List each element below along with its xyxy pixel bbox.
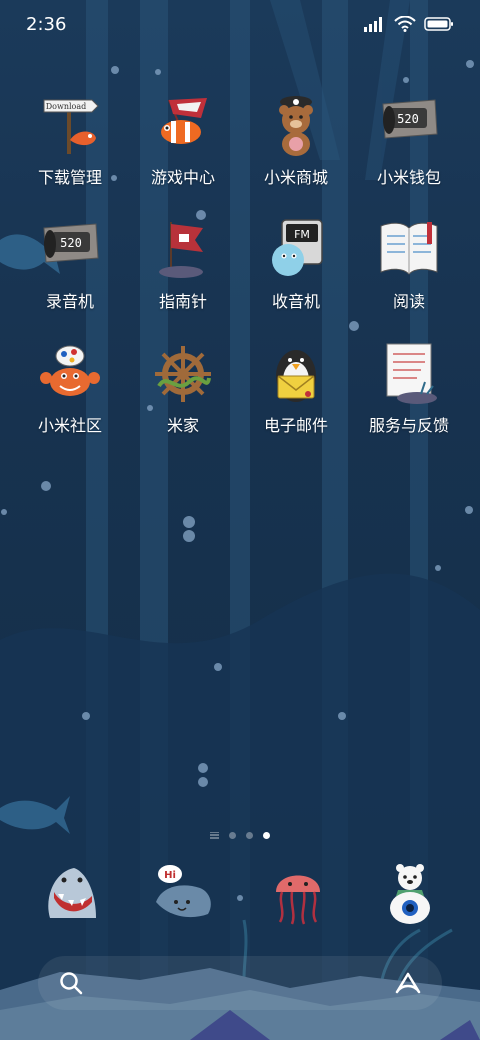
app-mi-store[interactable]: 小米商城 bbox=[241, 94, 351, 204]
signal-icon bbox=[364, 17, 382, 32]
app-mi-community[interactable]: 小米社区 bbox=[15, 342, 125, 452]
download-sign-icon: Download bbox=[43, 99, 99, 154]
app-label: 指南针 bbox=[158, 292, 207, 311]
page-dot[interactable] bbox=[229, 831, 236, 839]
ship-wheel-icon bbox=[155, 346, 211, 402]
battery-icon bbox=[424, 17, 453, 31]
shark-phone-icon[interactable] bbox=[40, 862, 104, 926]
wooden-sign-recorder-icon: 520 bbox=[43, 223, 99, 263]
app-label: 小米钱包 bbox=[376, 168, 441, 187]
app-label: 小米社区 bbox=[37, 416, 102, 435]
open-book-icon bbox=[380, 222, 438, 275]
jellyfish-camera-icon[interactable] bbox=[266, 862, 330, 926]
assistant-icon[interactable] bbox=[394, 970, 422, 996]
svg-text:Hi: Hi bbox=[164, 870, 176, 881]
page-indicator[interactable] bbox=[0, 828, 480, 842]
svg-text:Download: Download bbox=[46, 102, 87, 111]
app-radio[interactable]: FM 收音机 bbox=[241, 218, 351, 328]
app-compass[interactable]: 指南针 bbox=[128, 218, 238, 328]
app-mi-home[interactable]: 米家 bbox=[128, 342, 238, 452]
app-label: 服务与反馈 bbox=[368, 416, 449, 435]
app-label: 录音机 bbox=[45, 292, 94, 311]
pufferfish-radio-icon: FM bbox=[272, 219, 323, 276]
search-icon[interactable] bbox=[58, 970, 84, 996]
crab-icon bbox=[40, 345, 100, 396]
app-label: 阅读 bbox=[392, 292, 425, 311]
app-label: 游戏中心 bbox=[150, 168, 215, 187]
app-mi-wallet[interactable]: 520 小米钱包 bbox=[354, 94, 464, 204]
polar-bear-browser-icon[interactable] bbox=[378, 862, 442, 926]
svg-text:520: 520 bbox=[397, 112, 419, 126]
status-time: 2:36 bbox=[26, 14, 67, 35]
svg-text:FM: FM bbox=[294, 228, 310, 241]
app-reader[interactable]: 阅读 bbox=[354, 218, 464, 328]
app-service-feedback[interactable]: 服务与反馈 bbox=[354, 342, 464, 452]
app-label: 电子邮件 bbox=[263, 416, 328, 435]
page-dot-active[interactable] bbox=[263, 831, 270, 839]
app-recorder[interactable]: 520 录音机 bbox=[15, 218, 125, 328]
app-download-manager[interactable]: Download 下载管理 bbox=[15, 94, 125, 204]
app-label: 小米商城 bbox=[263, 168, 328, 187]
status-bar: 2:36 bbox=[0, 0, 480, 52]
app-email[interactable]: 电子邮件 bbox=[241, 342, 351, 452]
penguin-mail-icon bbox=[276, 350, 316, 402]
status-icons bbox=[364, 16, 454, 32]
app-game-center[interactable]: 游戏中心 bbox=[128, 94, 238, 204]
stingray-messages-icon[interactable]: Hi bbox=[152, 862, 216, 926]
svg-text:520: 520 bbox=[60, 236, 82, 250]
page-dot[interactable] bbox=[246, 831, 253, 839]
note-paper-icon bbox=[386, 343, 437, 404]
app-label: 下载管理 bbox=[37, 168, 102, 187]
app-label: 米家 bbox=[166, 416, 199, 435]
search-bar[interactable] bbox=[38, 956, 442, 1010]
red-flag-compass-icon bbox=[159, 222, 203, 278]
wooden-sign-wallet-icon: 520 bbox=[382, 99, 438, 139]
clownfish-flag-icon bbox=[161, 98, 207, 144]
app-label: 收音机 bbox=[271, 292, 320, 311]
page-indicator-menu-icon[interactable] bbox=[210, 831, 219, 839]
wifi-icon bbox=[394, 16, 416, 32]
pirate-bear-icon bbox=[279, 96, 313, 156]
